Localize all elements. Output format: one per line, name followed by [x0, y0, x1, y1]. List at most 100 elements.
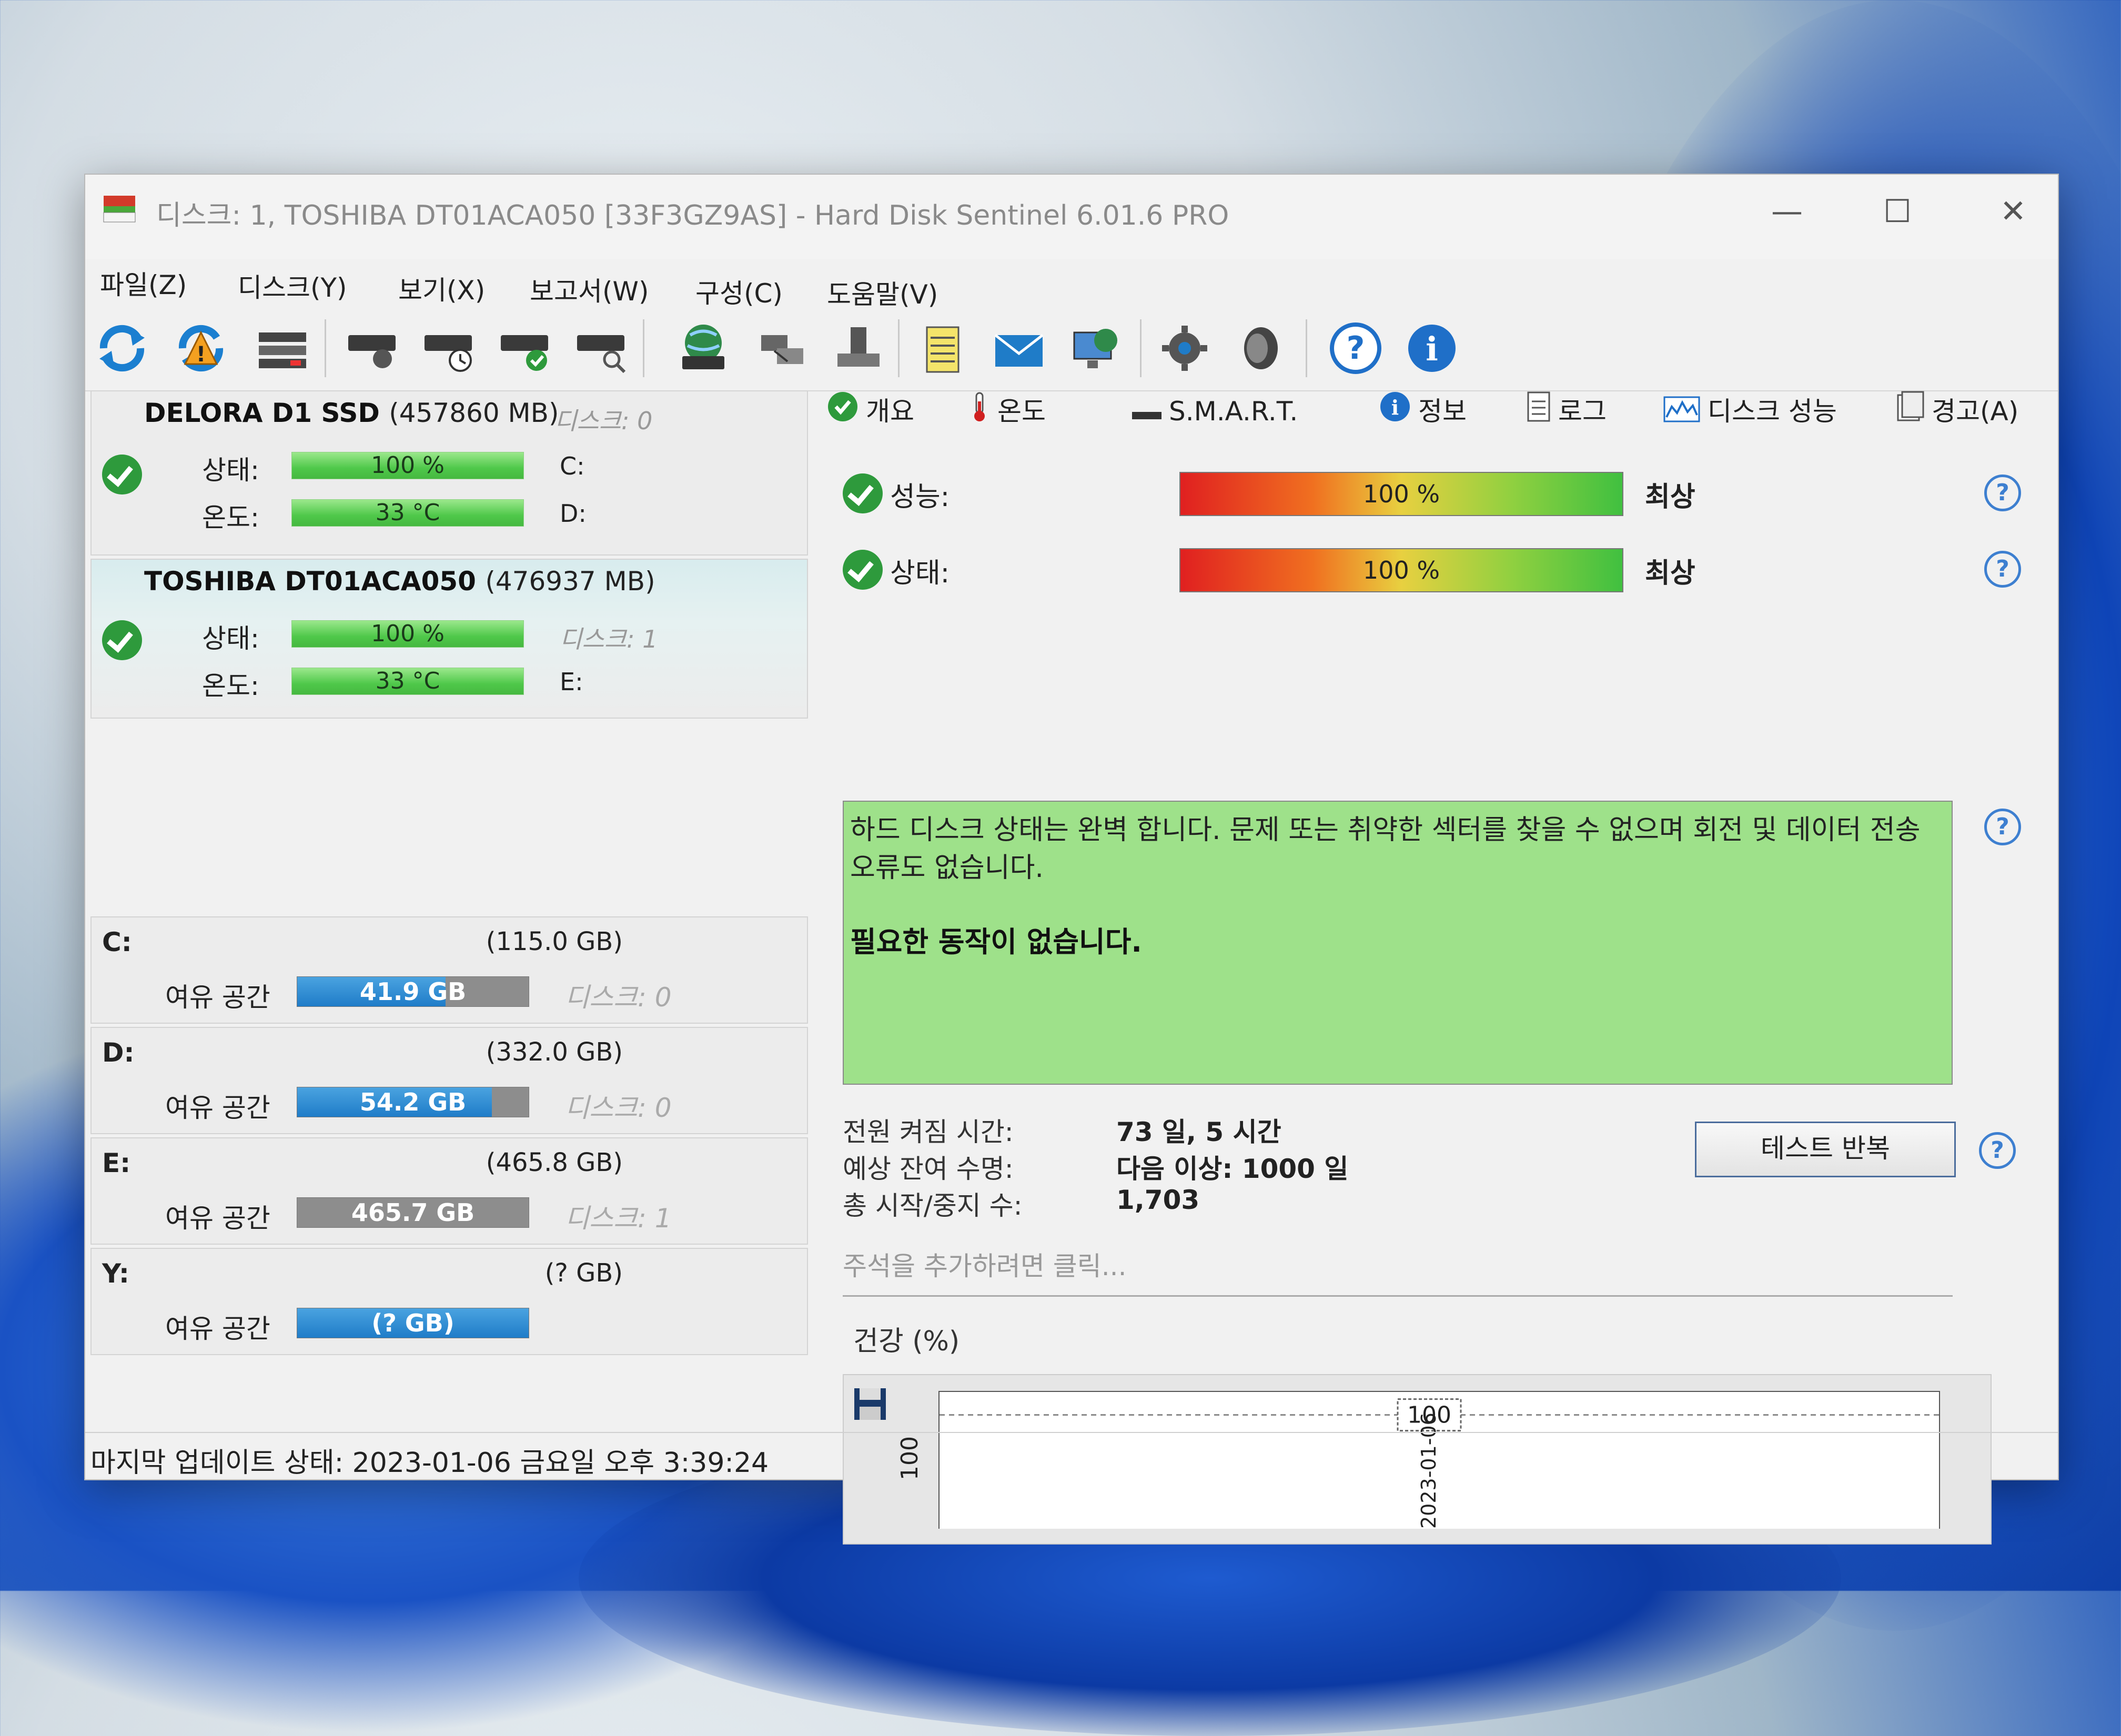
help-icon[interactable]: ?	[1984, 475, 2021, 511]
help-icon[interactable]: ?	[1984, 809, 2021, 845]
free-space-label: 여유 공간	[165, 1314, 270, 1344]
menu-disk[interactable]: 디스크(Y)	[238, 267, 347, 305]
performance-ok-icon	[843, 473, 883, 513]
temperature-label: 온도:	[202, 671, 259, 701]
app-window: 디스크: 1, TOSHIBA DT01ACA050 [33F3GZ9AS] -…	[84, 174, 2059, 1545]
tab-bar: 개요 온도 S.M.A.R.T. i 정보 로그 디스크 성능 경고(A)	[822, 385, 2053, 443]
menu-file[interactable]: 파일(Z)	[100, 264, 187, 302]
free-space-bar: 465.7 GB	[297, 1197, 529, 1228]
health-label: 상태:	[890, 558, 950, 589]
free-space-value: 465.7 GB	[351, 1198, 475, 1227]
chart-icon	[1663, 387, 1700, 440]
minimize-button[interactable]: —	[1763, 188, 1811, 235]
disk-entry-0[interactable]: DELORA D1 SSD (457860 MB) 디스크: 0 상태: 100…	[90, 390, 808, 556]
free-space-label: 여유 공간	[165, 1203, 270, 1234]
status-label: 상태:	[202, 455, 259, 486]
help-icon[interactable]: ?	[1979, 1132, 2016, 1169]
toolbar-separator	[325, 319, 326, 377]
document-icon	[1527, 387, 1551, 440]
health-rating: 최상	[1645, 558, 1695, 589]
volume-disk-label: 디스크: 1	[565, 1203, 672, 1234]
tab-alerts[interactable]: 경고(A)	[1895, 385, 2018, 438]
disk-icon	[1132, 387, 1162, 440]
close-button[interactable]: ✕	[1989, 188, 2037, 235]
temperature-label: 온도:	[202, 502, 259, 533]
speaker-icon[interactable]	[1232, 319, 1290, 377]
volume-disk-label: 디스크: 0	[565, 1093, 672, 1123]
volume-size: (? GB)	[544, 1258, 623, 1288]
health-bar: 100 %	[291, 620, 524, 648]
toolbar-separator	[1306, 319, 1307, 377]
performance-rating: 최상	[1645, 481, 1695, 513]
mail-icon[interactable]	[990, 319, 1048, 377]
tab-log[interactable]: 로그	[1527, 385, 1607, 438]
volume-drive: C:	[102, 927, 132, 957]
volume-entry-y[interactable]: Y: (? GB) 여유 공간 (? GB)	[90, 1248, 808, 1355]
save-icon[interactable]	[852, 1386, 888, 1422]
health-value: 100 %	[371, 620, 445, 647]
retest-button[interactable]: 테스트 반복	[1695, 1122, 1956, 1177]
volume-entry-d[interactable]: D: (332.0 GB) 여유 공간 54.2 GB 디스크: 0	[90, 1027, 808, 1134]
network-icon[interactable]	[751, 319, 809, 377]
refresh-warning-icon[interactable]: !	[172, 319, 230, 377]
disk-check-icon[interactable]	[343, 319, 401, 377]
menu-bar: 파일(Z) 디스크(Y) 보기(X) 보고서(W) 구성(C) 도움말(V)	[85, 248, 2058, 310]
health-bar: 100 %	[291, 452, 524, 479]
volume-entry-e[interactable]: E: (465.8 GB) 여유 공간 465.7 GB 디스크: 1	[90, 1137, 808, 1245]
temperature-value: 33 °C	[375, 668, 440, 694]
volume-size: (332.0 GB)	[486, 1037, 623, 1067]
tab-smart[interactable]: S.M.A.R.T.	[1132, 385, 1298, 438]
temperature-bar: 33 °C	[291, 668, 524, 695]
disk-search-icon[interactable]	[572, 319, 630, 377]
help-icon[interactable]: ?	[1327, 319, 1385, 377]
free-space-value: 54.2 GB	[359, 1088, 467, 1116]
toolbar-separator	[898, 319, 900, 377]
free-space-label: 여유 공간	[165, 982, 270, 1013]
volume-drive: E:	[102, 1148, 131, 1178]
gear-icon[interactable]	[1156, 319, 1214, 377]
temperature-bar: 33 °C	[291, 499, 524, 527]
disk-ok-icon[interactable]	[496, 319, 553, 377]
globe-disk-icon[interactable]	[674, 319, 732, 377]
disk-list-icon[interactable]	[254, 319, 311, 377]
svg-text:?: ?	[1347, 330, 1365, 367]
check-icon	[827, 387, 858, 440]
disk-entry-1[interactable]: TOSHIBA DT01ACA050 (476937 MB) 상태: 100 %…	[90, 559, 808, 719]
disk-number-label: 디스크: 0	[554, 407, 653, 435]
performance-label: 성능:	[890, 481, 950, 513]
disk-panel: DELORA D1 SSD (457860 MB) 디스크: 0 상태: 100…	[85, 390, 811, 1442]
usb-drive-icon[interactable]	[827, 319, 885, 377]
notepad-icon[interactable]	[914, 319, 972, 377]
overview-content: 성능: 100 % 최상 ? 상태: 100 % 최상 ? 하드 디스크 상태는…	[832, 443, 2047, 1545]
volume-drive: D:	[102, 1037, 135, 1068]
last-update-text: 마지막 업데이트 상태: 2023-01-06 금요일 오후 3:39:24	[90, 1447, 769, 1479]
power-on-value: 73 일, 5 시간	[1116, 1117, 1281, 1147]
lifetime-value: 다음 이상: 1000 일	[1116, 1154, 1349, 1184]
app-icon	[103, 196, 136, 223]
free-space-value: 41.9 GB	[359, 977, 467, 1006]
disk-clock-icon[interactable]	[419, 319, 477, 377]
note-input[interactable]: 주석을 추가하려면 클릭...	[843, 1243, 1953, 1297]
maximize-button[interactable]: ☐	[1874, 188, 1921, 235]
volume-size: (465.8 GB)	[486, 1148, 623, 1177]
info-icon[interactable]: i	[1403, 319, 1461, 377]
disk-name: TOSHIBA DT01ACA050 (476937 MB)	[144, 566, 655, 597]
status-message-box: 하드 디스크 상태는 완벽 합니다. 문제 또는 취약한 섹터를 찾을 수 없으…	[843, 801, 1953, 1085]
tab-overview[interactable]: 개요	[827, 385, 914, 438]
title-bar: 디스크: 1, TOSHIBA DT01ACA050 [33F3GZ9AS] -…	[85, 175, 2058, 259]
volume-entry-c[interactable]: C: (115.0 GB) 여유 공간 41.9 GB 디스크: 0	[90, 916, 808, 1024]
tab-temperature[interactable]: 온도	[969, 385, 1046, 438]
performance-row: 성능: 100 % 최상 ?	[832, 464, 2047, 522]
free-space-label: 여유 공간	[165, 1093, 270, 1123]
disk-name: DELORA D1 SSD (457860 MB)	[144, 398, 559, 428]
help-icon[interactable]: ?	[1984, 551, 2021, 588]
health-value: 100 %	[1362, 556, 1440, 584]
refresh-icon[interactable]	[93, 319, 151, 377]
tab-disk-performance[interactable]: 디스크 성능	[1663, 385, 1837, 438]
status-bar: 마지막 업데이트 상태: 2023-01-06 금요일 오후 3:39:24	[85, 1432, 2058, 1480]
tab-info[interactable]: i 정보	[1379, 385, 1467, 438]
computer-globe-icon[interactable]	[1066, 319, 1124, 377]
svg-text:i: i	[1391, 396, 1399, 419]
health-chart-title: 건강 (%)	[853, 1326, 960, 1357]
toolbar-separator	[1140, 319, 1142, 377]
